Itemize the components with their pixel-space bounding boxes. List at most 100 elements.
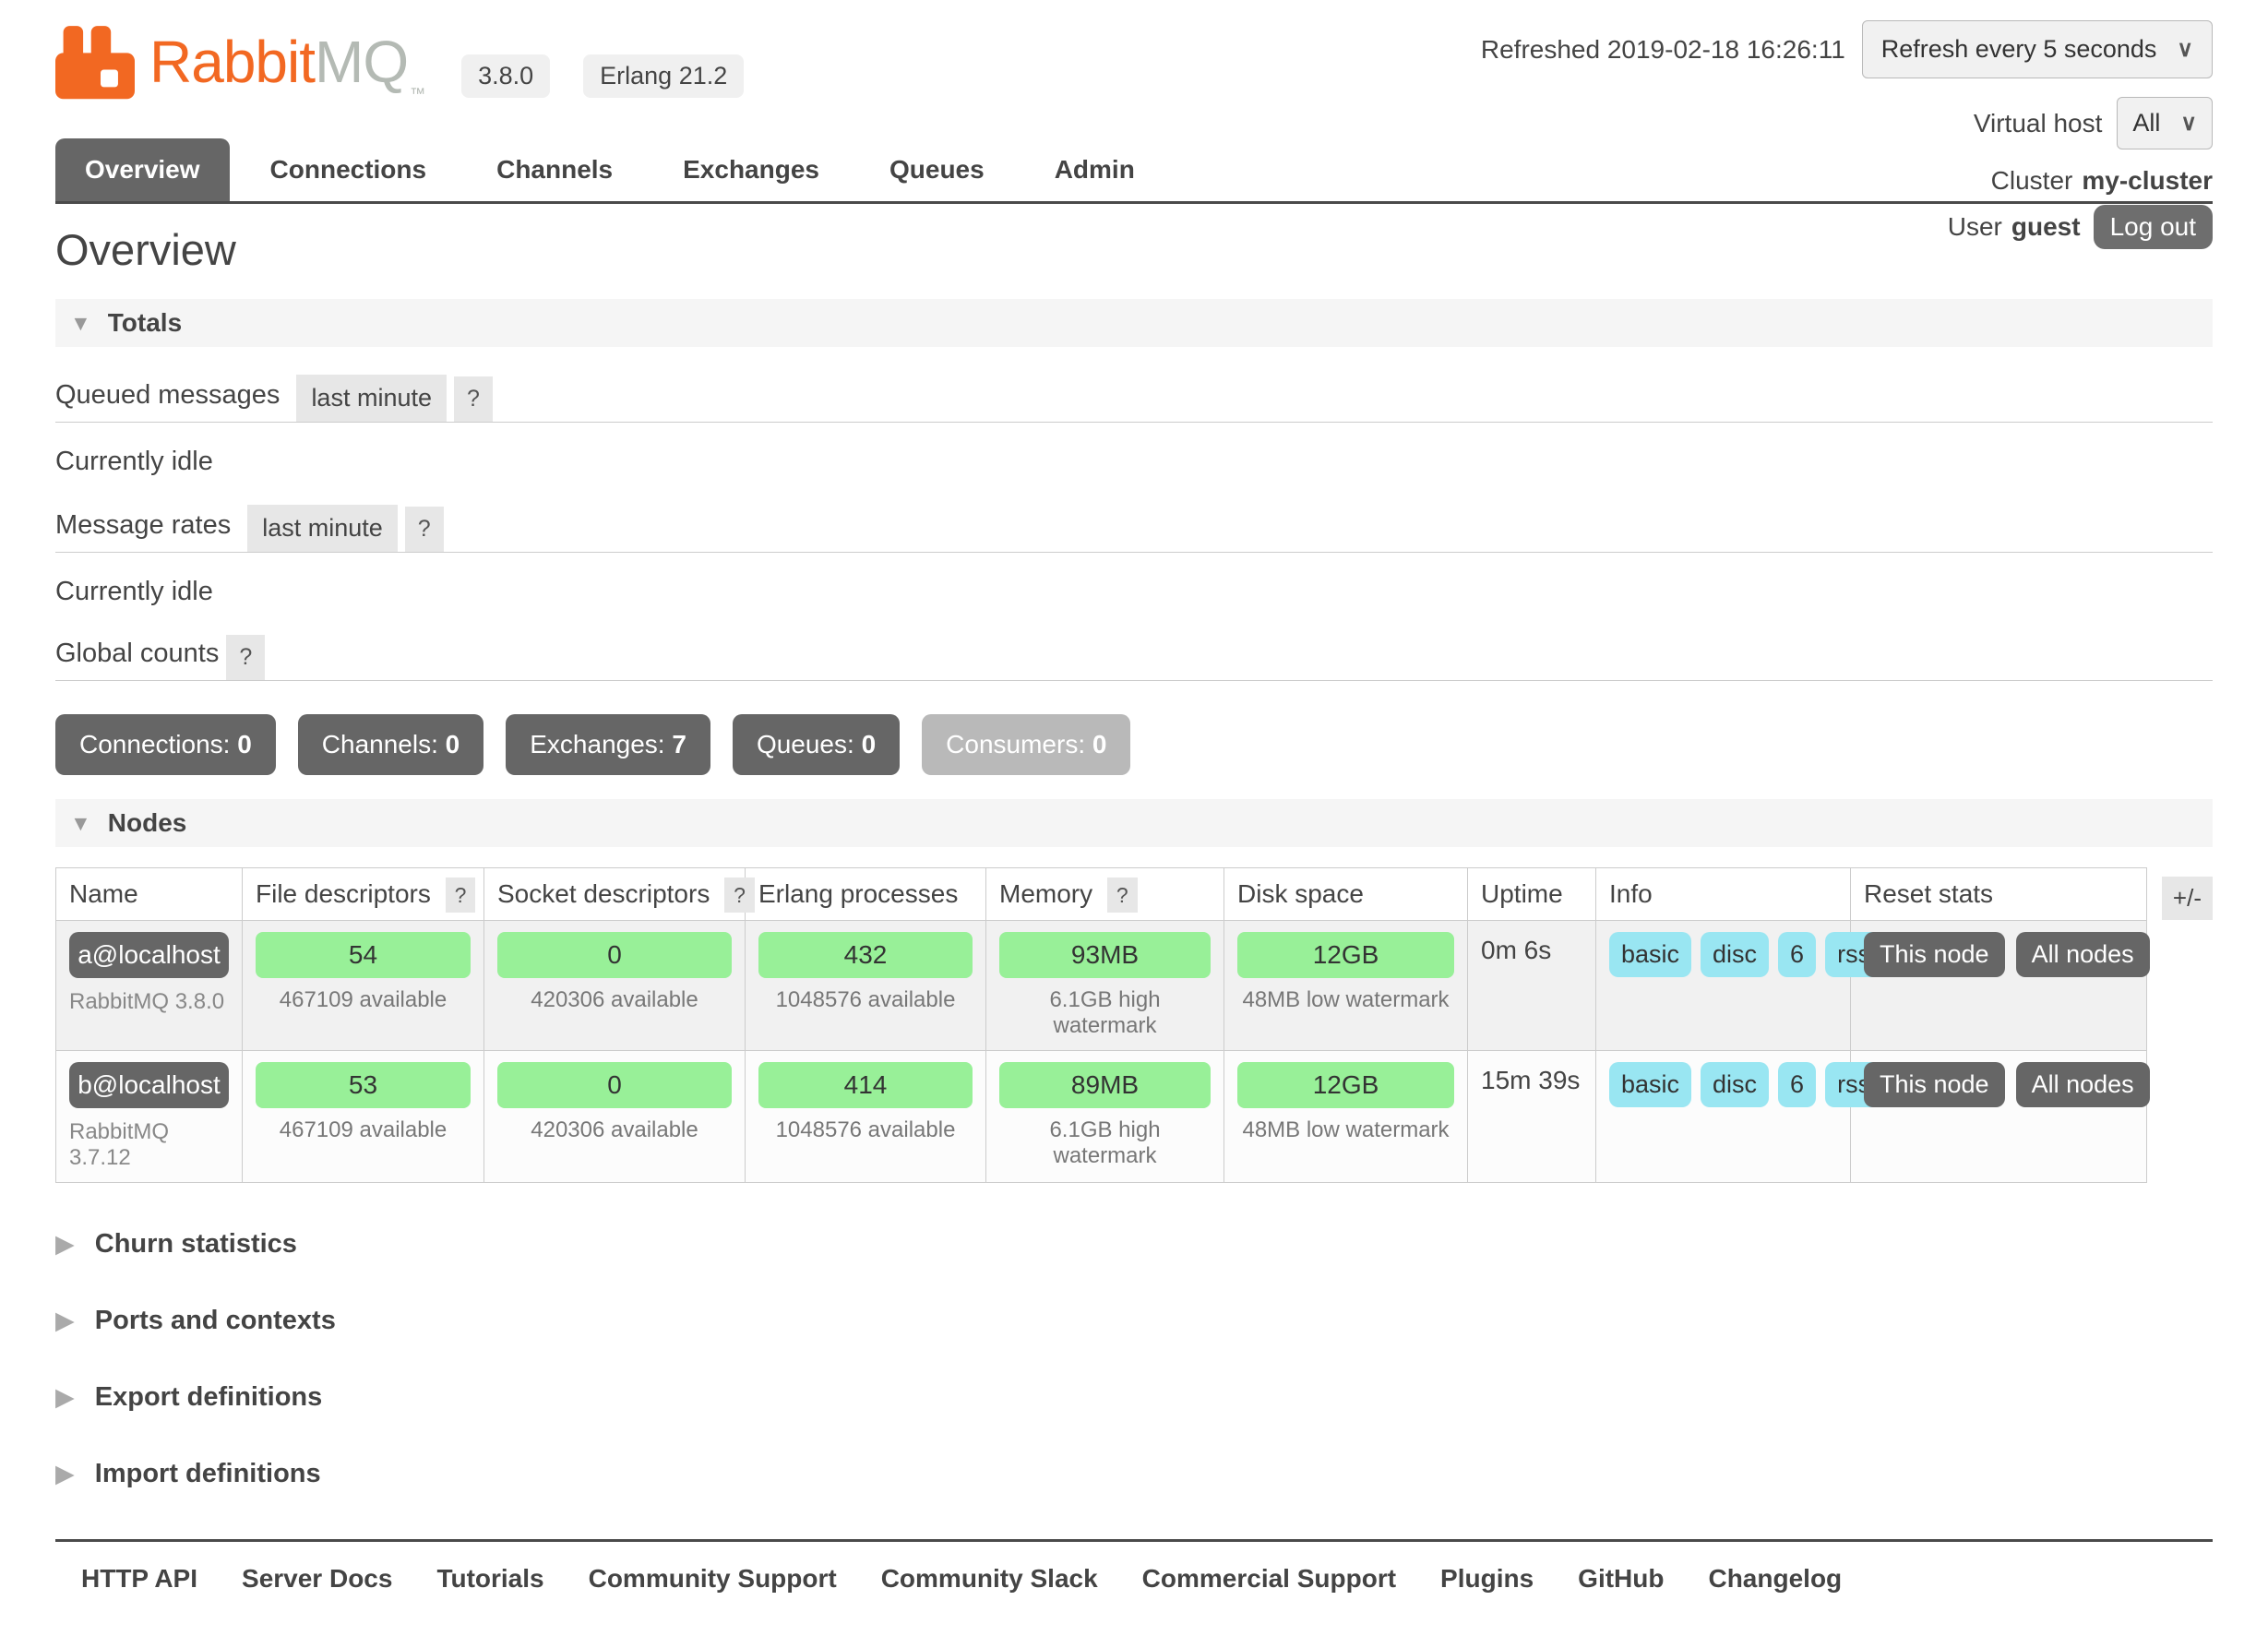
- sd-bar: 0: [497, 932, 732, 978]
- footer-link-plugins[interactable]: Plugins: [1440, 1564, 1534, 1594]
- sd-bar: 0: [497, 1062, 732, 1108]
- help-icon[interactable]: ?: [405, 507, 444, 552]
- help-icon[interactable]: ?: [724, 878, 755, 913]
- proc-available: 1048576 available: [758, 1117, 973, 1143]
- memory-bar: 89MB: [999, 1062, 1211, 1108]
- header: RabbitMQ™ 3.8.0 Erlang 21.2 Refreshed 20…: [55, 0, 2213, 204]
- fd-cell: 53 467109 available: [243, 1051, 484, 1183]
- info-badge-cores: 6: [1778, 1062, 1816, 1107]
- collapse-triangle-icon: ▼: [70, 311, 91, 336]
- expand-triangle-icon: ▶: [55, 1383, 75, 1412]
- vhost-select[interactable]: All ∨: [2117, 97, 2213, 149]
- section-churn-statistics[interactable]: ▶ Churn statistics: [55, 1229, 2213, 1260]
- proc-bar: 414: [758, 1062, 973, 1108]
- section-ports-and-contexts[interactable]: ▶ Ports and contexts: [55, 1306, 2213, 1336]
- sd-cell: 0 420306 available: [484, 921, 746, 1051]
- section-import-definitions[interactable]: ▶ Import definitions: [55, 1459, 2213, 1489]
- table-header-row: Name File descriptors ? Socket descripto…: [56, 868, 2147, 921]
- nodes-section-header[interactable]: ▼ Nodes: [55, 799, 2213, 847]
- footer-link-changelog[interactable]: Changelog: [1708, 1564, 1842, 1594]
- node-name-cell: b@localhost RabbitMQ 3.7.12: [56, 1051, 243, 1183]
- col-reset-stats: Reset stats: [1851, 868, 2147, 921]
- reset-stats-cell: This node All nodes: [1851, 921, 2147, 1051]
- help-icon[interactable]: ?: [454, 376, 493, 422]
- reset-all-nodes-button[interactable]: All nodes: [2016, 932, 2150, 977]
- tab-queues[interactable]: Queues: [860, 138, 1014, 201]
- footer-link-http-api[interactable]: HTTP API: [81, 1564, 197, 1594]
- column-toggle-button[interactable]: +/-: [2162, 877, 2213, 920]
- page: RabbitMQ™ 3.8.0 Erlang 21.2 Refreshed 20…: [0, 0, 2268, 1636]
- reset-this-node-button[interactable]: This node: [1864, 932, 2005, 977]
- disk-cell: 12GB 48MB low watermark: [1224, 1051, 1468, 1183]
- uptime-cell: 15m 39s: [1468, 1051, 1596, 1183]
- tab-overview[interactable]: Overview: [55, 138, 230, 201]
- node-version: RabbitMQ 3.7.12: [69, 1119, 229, 1171]
- node-name-badge[interactable]: b@localhost: [69, 1062, 229, 1108]
- fd-bar: 54: [256, 932, 471, 978]
- uptime-cell: 0m 6s: [1468, 921, 1596, 1051]
- cluster-row: Cluster my-cluster: [1991, 166, 2213, 196]
- brand-title: RabbitMQ™: [149, 34, 424, 102]
- tab-connections[interactable]: Connections: [241, 138, 457, 201]
- global-counts-buttons: Connections: 0 Channels: 0 Exchanges: 7 …: [55, 714, 2213, 775]
- queued-messages-label: Queued messages: [55, 380, 280, 422]
- footer-link-commercial-support[interactable]: Commercial Support: [1142, 1564, 1396, 1594]
- channels-count-button[interactable]: Channels: 0: [298, 714, 483, 775]
- section-export-definitions[interactable]: ▶ Export definitions: [55, 1382, 2213, 1413]
- sd-cell: 0 420306 available: [484, 1051, 746, 1183]
- exchanges-count-button[interactable]: Exchanges: 7: [506, 714, 710, 775]
- col-socket-descriptors: Socket descriptors ?: [484, 868, 746, 921]
- memory-watermark: 6.1GB high watermark: [999, 987, 1211, 1039]
- help-icon[interactable]: ?: [446, 878, 476, 913]
- col-file-descriptors: File descriptors ?: [243, 868, 484, 921]
- fd-bar: 53: [256, 1062, 471, 1108]
- queued-last-minute-tab[interactable]: last minute: [296, 375, 447, 422]
- queued-status: Currently idle: [55, 447, 2213, 477]
- refresh-row: Refreshed 2019-02-18 16:26:11 Refresh ev…: [1481, 20, 2213, 78]
- nodes-table: Name File descriptors ? Socket descripto…: [55, 867, 2147, 1183]
- col-name: Name: [56, 868, 243, 921]
- connections-count-button[interactable]: Connections: 0: [55, 714, 276, 775]
- footer-link-server-docs[interactable]: Server Docs: [242, 1564, 392, 1594]
- rates-status: Currently idle: [55, 577, 2213, 607]
- footer-link-community-support[interactable]: Community Support: [589, 1564, 837, 1594]
- chevron-down-icon: ∨: [2177, 36, 2193, 63]
- col-memory: Memory ?: [986, 868, 1224, 921]
- info-badge-disc: disc: [1701, 932, 1769, 977]
- node-name-badge[interactable]: a@localhost: [69, 932, 229, 978]
- fd-available: 467109 available: [256, 987, 471, 1013]
- footer-link-tutorials[interactable]: Tutorials: [436, 1564, 543, 1594]
- refresh-interval-select[interactable]: Refresh every 5 seconds ∨: [1862, 20, 2213, 78]
- vhost-row: Virtual host All ∨: [1974, 97, 2213, 149]
- proc-cell: 432 1048576 available: [746, 921, 986, 1051]
- memory-cell: 89MB 6.1GB high watermark: [986, 1051, 1224, 1183]
- totals-section-header[interactable]: ▼ Totals: [55, 299, 2213, 347]
- tab-admin[interactable]: Admin: [1025, 138, 1164, 201]
- reset-all-nodes-button[interactable]: All nodes: [2016, 1062, 2150, 1107]
- footer-link-github[interactable]: GitHub: [1578, 1564, 1664, 1594]
- nodes-table-wrap: Name File descriptors ? Socket descripto…: [55, 867, 2213, 1183]
- memory-watermark: 6.1GB high watermark: [999, 1117, 1211, 1169]
- logout-button[interactable]: Log out: [2094, 205, 2213, 249]
- chevron-down-icon: ∨: [2180, 110, 2197, 137]
- memory-cell: 93MB 6.1GB high watermark: [986, 921, 1224, 1051]
- reset-this-node-button[interactable]: This node: [1864, 1062, 2005, 1107]
- consumers-count-button: Consumers: 0: [922, 714, 1130, 775]
- info-badge-cores: 6: [1778, 932, 1816, 977]
- refreshed-timestamp: Refreshed 2019-02-18 16:26:11: [1481, 35, 1845, 65]
- tab-channels[interactable]: Channels: [467, 138, 642, 201]
- proc-cell: 414 1048576 available: [746, 1051, 986, 1183]
- expand-triangle-icon: ▶: [55, 1460, 75, 1488]
- queues-count-button[interactable]: Queues: 0: [733, 714, 900, 775]
- footer-link-community-slack[interactable]: Community Slack: [881, 1564, 1098, 1594]
- help-icon[interactable]: ?: [226, 635, 265, 680]
- sd-available: 420306 available: [497, 987, 732, 1013]
- help-icon[interactable]: ?: [1107, 878, 1138, 913]
- tab-exchanges[interactable]: Exchanges: [653, 138, 849, 201]
- node-version: RabbitMQ 3.8.0: [69, 989, 229, 1015]
- collapse-triangle-icon: ▼: [70, 811, 91, 836]
- footer: HTTP API Server Docs Tutorials Community…: [55, 1539, 2213, 1636]
- rates-last-minute-tab[interactable]: last minute: [247, 505, 398, 552]
- col-disk-space: Disk space: [1224, 868, 1468, 921]
- proc-bar: 432: [758, 932, 973, 978]
